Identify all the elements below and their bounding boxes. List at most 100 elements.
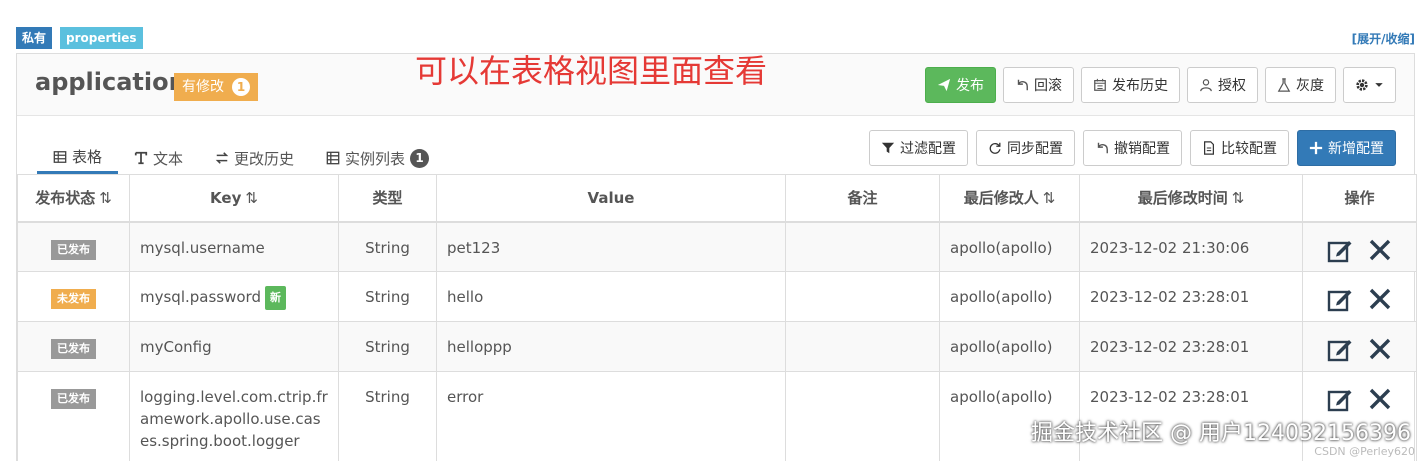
status-badge: 已发布	[51, 339, 96, 359]
key-cell: mysql.password 新	[129, 271, 339, 322]
edit-icon[interactable]	[1327, 237, 1353, 263]
table-header-row: 发布状态 ⇅ Key ⇅ 类型 Value 备注 最后修改人 ⇅ 最后修改时间 ⇅ 操作	[17, 174, 1417, 223]
publish-history-button[interactable]: 发布历史	[1081, 67, 1180, 103]
actions-column-header: 操作	[1302, 174, 1417, 223]
send-icon	[937, 78, 951, 92]
flask-icon	[1277, 78, 1291, 92]
user-icon	[1200, 79, 1212, 92]
filter-config-button[interactable]: 过滤配置	[869, 130, 968, 166]
value-cell: error	[436, 371, 786, 461]
key-cell: logging.level.com.ctrip.framework.apollo…	[129, 371, 339, 461]
comment-cell	[785, 271, 940, 322]
value-cell: hello	[436, 271, 786, 322]
refresh-icon	[989, 142, 1001, 154]
modified-badge: 有修改 1	[174, 73, 258, 101]
modifier-cell: apollo(apollo)	[939, 321, 1080, 372]
value-column-header: Value	[436, 174, 786, 223]
status-badge: 未发布	[51, 289, 96, 309]
watermark-small: CSDN @Perley620	[1314, 445, 1415, 458]
edit-icon[interactable]	[1327, 386, 1353, 412]
key-cell: mysql.username	[129, 221, 339, 272]
text-icon	[134, 151, 148, 165]
delete-icon[interactable]	[1367, 336, 1393, 362]
namespace-title: application	[35, 68, 186, 96]
key-cell: myConfig	[129, 321, 339, 372]
authorize-button[interactable]: 授权	[1187, 67, 1258, 103]
status-column-header[interactable]: 发布状态 ⇅	[17, 174, 130, 223]
edit-icon[interactable]	[1327, 286, 1353, 312]
delete-icon[interactable]	[1367, 386, 1393, 412]
expand-collapse-link[interactable]: [展开/收缩]	[1352, 30, 1415, 47]
status-badge: 已发布	[51, 239, 96, 260]
config-actions: 过滤配置 同步配置 撤销配置 比较配置 新增配置	[869, 130, 1396, 166]
watermark: 掘金技术社区 @ 用户124032156396	[1031, 421, 1411, 446]
format-tag: properties	[60, 27, 143, 49]
revoke-config-button[interactable]: 撤销配置	[1083, 130, 1182, 166]
compare-config-button[interactable]: 比较配置	[1190, 130, 1289, 166]
table-row: 未发布 mysql.password 新 String hello apollo(…	[17, 271, 1417, 322]
namespace-panel: application 有修改 1 可以在表格视图里面查看 发布 回滚 发布历史…	[16, 52, 1417, 461]
modifier-column-header[interactable]: 最后修改人 ⇅	[939, 174, 1080, 223]
delete-icon[interactable]	[1367, 286, 1393, 312]
edit-icon[interactable]	[1327, 336, 1353, 362]
namespace-header: application 有修改 1 可以在表格视图里面查看 发布 回滚 发布历史…	[17, 52, 1414, 116]
table-icon	[53, 150, 67, 163]
table-row: 已发布 mysql.username String pet123 apollo(…	[17, 221, 1417, 272]
private-tag: 私有	[16, 27, 53, 49]
view-tabs: 表格 文本 更改历史 实例列表 1	[37, 142, 445, 174]
type-cell: String	[338, 271, 437, 322]
new-badge: 新	[264, 286, 286, 310]
sort-icon: ⇅	[245, 188, 258, 207]
instances-count: 1	[410, 148, 430, 168]
instances-icon	[326, 151, 340, 165]
type-cell: String	[338, 221, 437, 272]
modified-time-cell: 2023-12-02 23:28:01	[1079, 271, 1303, 322]
publish-button[interactable]: 发布	[925, 67, 996, 103]
comment-cell	[785, 221, 940, 272]
filter-icon	[881, 142, 895, 154]
namespace-actions: 发布 回滚 发布历史 授权 灰度	[925, 67, 1396, 103]
sort-icon: ⇅	[99, 189, 112, 208]
status-badge: 已发布	[51, 389, 96, 409]
modified-count: 1	[232, 78, 250, 96]
delete-icon[interactable]	[1367, 237, 1393, 263]
calendar-icon	[1094, 78, 1106, 91]
value-cell: pet123	[436, 221, 786, 272]
tab-history[interactable]: 更改历史	[199, 142, 310, 174]
gray-release-button[interactable]: 灰度	[1265, 67, 1336, 103]
view-tabs-bar: 表格 文本 更改历史 实例列表 1 过滤配置 同步配置 撤销配置 比较配置 新增…	[17, 116, 1414, 174]
gear-icon	[1356, 79, 1368, 91]
comment-column-header: 备注	[785, 174, 940, 223]
modifier-cell: apollo(apollo)	[939, 221, 1080, 272]
sort-icon: ⇅	[1042, 189, 1056, 208]
tab-instances[interactable]: 实例列表 1	[310, 142, 445, 174]
rollback-button[interactable]: 回滚	[1003, 67, 1074, 103]
sort-icon: ⇅	[1231, 189, 1245, 208]
add-config-button[interactable]: 新增配置	[1297, 130, 1396, 166]
undo-icon	[1097, 142, 1108, 154]
key-column-header[interactable]: Key ⇅	[129, 174, 339, 223]
annotation-note: 可以在表格视图里面查看	[415, 52, 768, 90]
modified-time-cell: 2023-12-02 23:28:01	[1079, 321, 1303, 372]
undo-icon	[1017, 79, 1028, 91]
value-cell: helloppp	[436, 321, 786, 372]
document-icon	[1204, 141, 1214, 155]
settings-dropdown-button[interactable]	[1343, 67, 1396, 103]
modified-label: 有修改	[182, 79, 224, 95]
type-cell: String	[338, 321, 437, 372]
type-cell: String	[338, 371, 437, 461]
tab-table[interactable]: 表格	[37, 142, 119, 174]
plus-icon	[1309, 141, 1323, 155]
modified-time-cell: 2023-12-02 21:30:06	[1079, 221, 1303, 272]
caret-down-icon	[1375, 83, 1383, 87]
sync-config-button[interactable]: 同步配置	[976, 130, 1075, 166]
tab-text[interactable]: 文本	[118, 142, 199, 174]
comment-cell	[785, 371, 940, 461]
type-column-header: 类型	[338, 174, 437, 223]
table-row: 已发布 myConfig String helloppp apollo(apol…	[17, 321, 1417, 372]
history-icon	[215, 152, 229, 164]
modifier-cell: apollo(apollo)	[939, 271, 1080, 322]
namespace-tags: 私有 properties	[16, 27, 143, 49]
comment-cell	[785, 321, 940, 372]
modified-time-column-header[interactable]: 最后修改时间 ⇅	[1079, 174, 1303, 223]
